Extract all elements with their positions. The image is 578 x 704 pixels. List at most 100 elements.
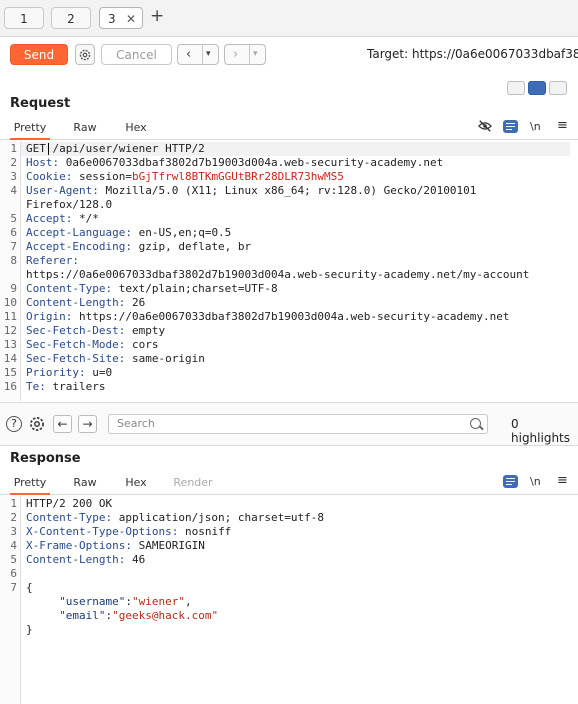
line-number: 7 bbox=[10, 581, 17, 594]
response-line-text: X-Content-Type-Options: nosniff bbox=[26, 525, 232, 538]
response-line-text: X-Frame-Options: SAMEORIGIN bbox=[26, 539, 205, 552]
response-line-text: HTTP/2 200 OK bbox=[26, 497, 113, 510]
request-line-text: Te: trailers bbox=[26, 380, 106, 393]
response-line: "email":"geeks@hack.com" bbox=[0, 609, 578, 623]
target-url[interactable]: Target: https://0a6e0067033dbaf3802d bbox=[367, 47, 578, 61]
wrap-lines-toggle-icon[interactable] bbox=[503, 120, 518, 133]
request-line-text: Referer: bbox=[26, 254, 79, 267]
layout-stacked-icon[interactable] bbox=[528, 81, 546, 95]
back-arrow-icon[interactable]: ‹ bbox=[186, 45, 191, 64]
line-number: 13 bbox=[3, 338, 17, 351]
request-line: 12 Sec-Fetch-Dest: empty bbox=[0, 324, 578, 338]
line-number: 10 bbox=[3, 296, 17, 309]
forward-arrow-icon[interactable]: › bbox=[233, 45, 238, 64]
help-icon[interactable]: ? bbox=[6, 416, 22, 432]
response-view-tabs: Pretty Raw Hex Render \n ≡ bbox=[0, 472, 578, 495]
response-tab-pretty[interactable]: Pretty bbox=[10, 472, 50, 495]
response-line: 4 X-Frame-Options: SAMEORIGIN bbox=[0, 539, 578, 553]
cancel-button[interactable]: Cancel bbox=[101, 44, 172, 65]
response-line: 1 HTTP/2 200 OK bbox=[0, 497, 578, 511]
request-title: Request bbox=[10, 96, 71, 111]
tab-label: 1 bbox=[20, 12, 28, 26]
response-menu-icon[interactable]: ≡ bbox=[557, 473, 568, 488]
highlight-count: 0 highlights bbox=[511, 417, 571, 445]
request-line: 16 Te: trailers bbox=[0, 380, 578, 394]
hide-nonprinting-eye-icon[interactable] bbox=[478, 119, 492, 136]
settings-gear-icon[interactable] bbox=[75, 44, 95, 65]
response-tab-hex[interactable]: Hex bbox=[122, 472, 150, 493]
request-line: 11 Origin: https://0a6e0067033dbaf3802d7b… bbox=[0, 310, 578, 324]
response-line: 2 Content-Type: application/json; charset… bbox=[0, 511, 578, 525]
line-number: 2 bbox=[10, 511, 17, 524]
line-number: 4 bbox=[10, 539, 17, 552]
request-menu-icon[interactable]: ≡ bbox=[557, 118, 568, 133]
search-input[interactable]: Search bbox=[108, 414, 488, 434]
response-editor[interactable]: 1 HTTP/2 200 OK 2 Content-Type: application… bbox=[0, 496, 578, 704]
request-line-text: Content-Type: text/plain;charset=UTF-8 bbox=[26, 282, 278, 295]
response-line-text: Content-Type: application/json; charset=… bbox=[26, 511, 325, 524]
repeater-tab-strip: 1 2 3 ✕ + bbox=[0, 0, 578, 37]
response-wrap-lines-toggle-icon[interactable] bbox=[503, 475, 518, 488]
request-line-text: Content-Length: 26 bbox=[26, 296, 146, 309]
line-number: 5 bbox=[10, 553, 17, 566]
tab-1[interactable]: 1 bbox=[4, 7, 44, 29]
new-tab-plus-icon[interactable]: + bbox=[150, 6, 164, 26]
line-number: 1 bbox=[10, 497, 17, 510]
line-number: 6 bbox=[10, 567, 17, 580]
line-number bbox=[0, 595, 17, 609]
close-tab-icon[interactable]: ✕ bbox=[126, 8, 136, 30]
search-bar: ? ← → Search 0 highlights bbox=[0, 402, 578, 446]
forward-dropdown-chevron-icon[interactable]: ▾ bbox=[253, 45, 258, 64]
request-line: 4 User-Agent: Mozilla/5.0 (X11; Linux x86… bbox=[0, 184, 578, 198]
request-line: 3 Cookie: session=bGjTfrwl8BTKmGGUtBRr28D… bbox=[0, 170, 578, 184]
tab-label: 2 bbox=[67, 12, 75, 26]
tab-2[interactable]: 2 bbox=[51, 7, 91, 29]
request-view-tabs: Pretty Raw Hex \n ≡ bbox=[0, 117, 578, 140]
request-line-text: Sec-Fetch-Dest: empty bbox=[26, 324, 166, 337]
response-line-text: Content-Length: 46 bbox=[26, 553, 146, 566]
request-line-text: Priority: u=0 bbox=[26, 366, 113, 379]
request-line: 9 Content-Type: text/plain;charset=UTF-8 bbox=[0, 282, 578, 296]
response-tab-raw[interactable]: Raw bbox=[70, 472, 100, 493]
send-button[interactable]: Send bbox=[10, 44, 68, 65]
response-newline-toggle[interactable]: \n bbox=[530, 475, 541, 488]
line-number: 3 bbox=[10, 525, 17, 538]
request-line: 7 Accept-Encoding: gzip, deflate, br bbox=[0, 240, 578, 254]
tab-3[interactable]: 3 ✕ bbox=[99, 7, 143, 29]
response-line: 6 bbox=[0, 567, 578, 581]
line-number: 12 bbox=[3, 324, 17, 337]
line-number: 16 bbox=[3, 380, 17, 393]
line-number: 15 bbox=[3, 366, 17, 379]
request-line-text: Sec-Fetch-Site: same-origin bbox=[26, 352, 205, 365]
search-previous-arrow-icon[interactable]: ← bbox=[53, 415, 72, 433]
request-line: 5 Accept: */* bbox=[0, 212, 578, 226]
request-line: https://0a6e0067033dbaf3802d7b19003d004a… bbox=[0, 268, 578, 282]
request-line: 2 Host: 0a6e0067033dbaf3802d7b19003d004a.… bbox=[0, 156, 578, 170]
search-placeholder: Search bbox=[117, 417, 155, 430]
search-settings-gear-icon[interactable] bbox=[28, 415, 46, 436]
response-line-text: "username":"wiener", bbox=[59, 595, 192, 608]
request-line-text: Cookie: session=bGjTfrwl8BTKmGGUtBRr28DL… bbox=[26, 170, 344, 183]
response-title: Response bbox=[10, 451, 81, 466]
request-tab-raw[interactable]: Raw bbox=[70, 117, 100, 138]
line-number: 5 bbox=[10, 212, 17, 225]
request-line: 13 Sec-Fetch-Mode: cors bbox=[0, 338, 578, 352]
newline-toggle[interactable]: \n bbox=[530, 120, 541, 133]
response-line: 7{ bbox=[0, 581, 578, 595]
response-line-text: { bbox=[26, 581, 33, 594]
line-number bbox=[0, 609, 17, 623]
layout-tabs-icon[interactable] bbox=[549, 81, 567, 95]
request-tab-pretty[interactable]: Pretty bbox=[10, 117, 50, 140]
request-line-text: Host: 0a6e0067033dbaf3802d7b19003d004a.w… bbox=[26, 156, 444, 169]
request-tab-hex[interactable]: Hex bbox=[122, 117, 150, 138]
line-number bbox=[0, 198, 17, 212]
line-number: 3 bbox=[10, 170, 17, 183]
back-dropdown-chevron-icon[interactable]: ▾ bbox=[206, 45, 211, 64]
line-number: 9 bbox=[10, 282, 17, 295]
request-editor[interactable]: 1 GET /api/user/wiener HTTP/2 2 Host: 0a6e0… bbox=[0, 141, 578, 401]
layout-side-by-side-icon[interactable] bbox=[507, 81, 525, 95]
response-tab-render[interactable]: Render bbox=[172, 472, 214, 493]
search-next-arrow-icon[interactable]: → bbox=[78, 415, 97, 433]
request-line: 8 Referer: bbox=[0, 254, 578, 268]
response-line: 5 Content-Length: 46 bbox=[0, 553, 578, 567]
